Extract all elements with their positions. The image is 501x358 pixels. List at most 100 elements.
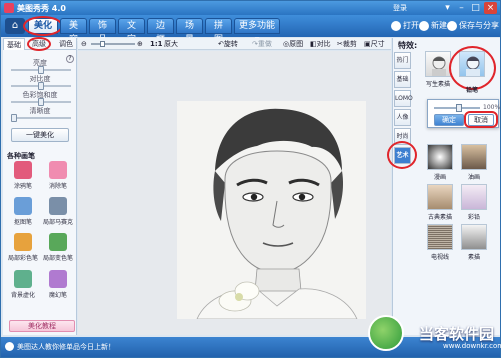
effect-label-life-sketch: 写生素描 — [425, 81, 450, 88]
effect-label-classic-sketch: 古典素描 — [427, 214, 452, 221]
contrast-knob[interactable] — [38, 82, 44, 90]
login-link[interactable]: 登录 — [393, 3, 407, 13]
watermark-text: 当客软件园 — [419, 325, 495, 343]
subtab-basic[interactable]: 基础 — [3, 38, 25, 50]
edited-photo[interactable] — [177, 101, 366, 319]
effect-label-pencil: 铅笔 — [465, 87, 478, 94]
category-portrait[interactable]: 人像 — [394, 109, 411, 126]
tab-more-features[interactable]: 更多功能▾ — [234, 18, 280, 45]
sharpness-knob[interactable] — [11, 114, 17, 122]
info-icon — [5, 342, 14, 351]
close-icon[interactable]: × — [484, 2, 497, 14]
zoom-ratio-button[interactable]: 1:1 — [150, 39, 163, 49]
effect-label-tv-lines: 电视线 — [430, 254, 449, 261]
effect-thumb-tv-lines[interactable] — [427, 224, 453, 250]
blur-icon — [14, 270, 32, 288]
saturation-knob[interactable] — [38, 98, 44, 106]
color-brush-icon — [14, 233, 32, 251]
sketch-thumb-icon — [432, 56, 446, 76]
mosaic-icon — [49, 197, 67, 215]
status-bar: 美图达人教你修单品今日上新！ 当客软件园 www.downkr.com — [1, 315, 501, 357]
left-panel: 基础 高级 调色 ? 亮度 对比度 色彩饱和度 清晰度 一键美化 各种画笔 涂鸦… — [3, 37, 77, 335]
maximize-icon[interactable]: □ — [469, 2, 482, 14]
effect-strength-value: 100% — [483, 104, 501, 111]
save-share-button[interactable]: 保存与分享 — [447, 19, 499, 33]
cutout-icon — [14, 197, 32, 215]
effect-thumb-sketch[interactable] — [461, 224, 487, 250]
brightness-knob[interactable] — [38, 66, 44, 74]
size-button[interactable]: ▣尺寸 — [364, 39, 385, 49]
category-basic[interactable]: 基础 — [394, 71, 411, 88]
category-lomo[interactable]: LOMO — [394, 90, 413, 107]
status-message[interactable]: 美图达人教你修单品今日上新！ — [17, 342, 115, 352]
crop-button[interactable]: ✂裁剪 — [337, 39, 357, 49]
effect-thumb-comic[interactable] — [427, 144, 453, 170]
tab-collage[interactable]: 拼图 — [205, 18, 232, 45]
tab-scene[interactable]: 场景 — [176, 18, 203, 45]
menu-icon[interactable]: ▾ — [441, 2, 454, 14]
category-hot[interactable]: 热门 — [394, 52, 411, 69]
brightness-slider[interactable] — [11, 66, 71, 74]
menu-bar: ⌂ 美化 美容 饰品 文字 边框 场景 拼图 更多功能▾ 打开 新建 保存与分享 — [1, 15, 500, 45]
actual-size-button[interactable]: 原大 — [164, 39, 178, 49]
brush-section-title: 各种画笔 — [7, 152, 35, 160]
compare-button[interactable]: ◧对比 — [310, 39, 331, 49]
sharpness-slider[interactable] — [11, 114, 71, 122]
effect-label-color-pencil: 彩铅 — [467, 214, 480, 221]
brush-local-color[interactable]: 局部彩色笔 — [6, 233, 40, 266]
effect-strength-knob[interactable] — [456, 104, 462, 112]
canvas-area[interactable] — [78, 51, 391, 335]
effect-strength-popup: 100% 确定 取消 — [427, 99, 501, 128]
open-icon — [391, 20, 401, 31]
effect-thumb-color-pencil[interactable] — [461, 184, 487, 210]
sketch-portrait-image — [177, 101, 366, 319]
home-button[interactable]: ⌂ — [5, 18, 25, 34]
tab-beauty[interactable]: 美容 — [60, 18, 87, 45]
brush-mosaic[interactable]: 局部马赛克 — [41, 197, 75, 230]
one-click-beautify-button[interactable]: 一键美化 — [11, 128, 69, 142]
effect-label-comic: 漫画 — [433, 174, 446, 181]
minimize-icon[interactable]: – — [455, 2, 468, 14]
beauty-tutorial-button[interactable]: 美化教程 — [9, 320, 75, 332]
magic-wand-icon — [49, 270, 67, 288]
original-button[interactable]: ◎原图 — [283, 39, 303, 49]
effect-thumb-oil-painting[interactable] — [461, 144, 487, 170]
brush-eraser[interactable]: 消除笔 — [41, 161, 75, 194]
brush-local-recolor[interactable]: 局部变色笔 — [41, 233, 75, 266]
zoom-slider[interactable] — [91, 41, 135, 47]
rotate-button[interactable]: ↶旋转 — [218, 39, 238, 49]
effect-strength-slider[interactable] — [434, 104, 480, 112]
effect-thumb-classic-sketch[interactable] — [427, 184, 453, 210]
zoom-knob[interactable] — [100, 41, 105, 47]
canvas-toolbar: ⊖ ⊕ 1:1 原大 ↶旋转 ↷重做 ◎原图 ◧对比 ✂裁剪 ▣尺寸 — [78, 38, 391, 50]
app-logo-icon — [4, 3, 14, 13]
zoom-in-icon[interactable]: ⊕ — [137, 39, 143, 49]
brush-background-blur[interactable]: 背景虚化 — [6, 270, 40, 303]
highlight-ring — [387, 141, 417, 169]
title-bar: 美图秀秀 4.0 登录 ▾ – □ × — [1, 1, 500, 15]
highlight-ring — [23, 16, 63, 36]
subtab-color[interactable]: 调色 — [55, 38, 77, 50]
brush-magic[interactable]: 魔幻笔 — [41, 270, 75, 303]
brush-doodle[interactable]: 涂鸦笔 — [6, 161, 40, 194]
highlight-ring — [464, 111, 498, 128]
tab-frame[interactable]: 边框 — [147, 18, 174, 45]
effect-thumb-life-sketch[interactable] — [425, 51, 451, 77]
brush-cutout[interactable]: 抠图笔 — [6, 197, 40, 230]
saturation-slider[interactable] — [11, 98, 71, 106]
highlight-ring — [27, 37, 51, 51]
new-button[interactable]: 新建 — [419, 19, 447, 33]
confirm-button[interactable]: 确定 — [434, 114, 464, 126]
zoom-out-icon[interactable]: ⊖ — [81, 39, 87, 49]
recolor-brush-icon — [49, 233, 67, 251]
redo-button[interactable]: ↷重做 — [252, 39, 272, 49]
highlight-ring — [449, 46, 496, 90]
contrast-slider[interactable] — [11, 82, 71, 90]
tab-accessories[interactable]: 饰品 — [89, 18, 116, 45]
effect-label-oil-painting: 油画 — [467, 174, 480, 181]
watermark-url: www.downkr.com — [443, 342, 501, 350]
effects-panel: 特效: 热门 基础 LOMO 人像 时尚 艺术 写生素描 铅笔 100% 确定 … — [387, 38, 501, 335]
app-window: 美图秀秀 4.0 登录 ▾ – □ × ⌂ 美化 美容 饰品 文字 边框 场景 … — [0, 0, 501, 358]
open-button[interactable]: 打开 — [391, 19, 419, 33]
tab-text[interactable]: 文字 — [118, 18, 145, 45]
